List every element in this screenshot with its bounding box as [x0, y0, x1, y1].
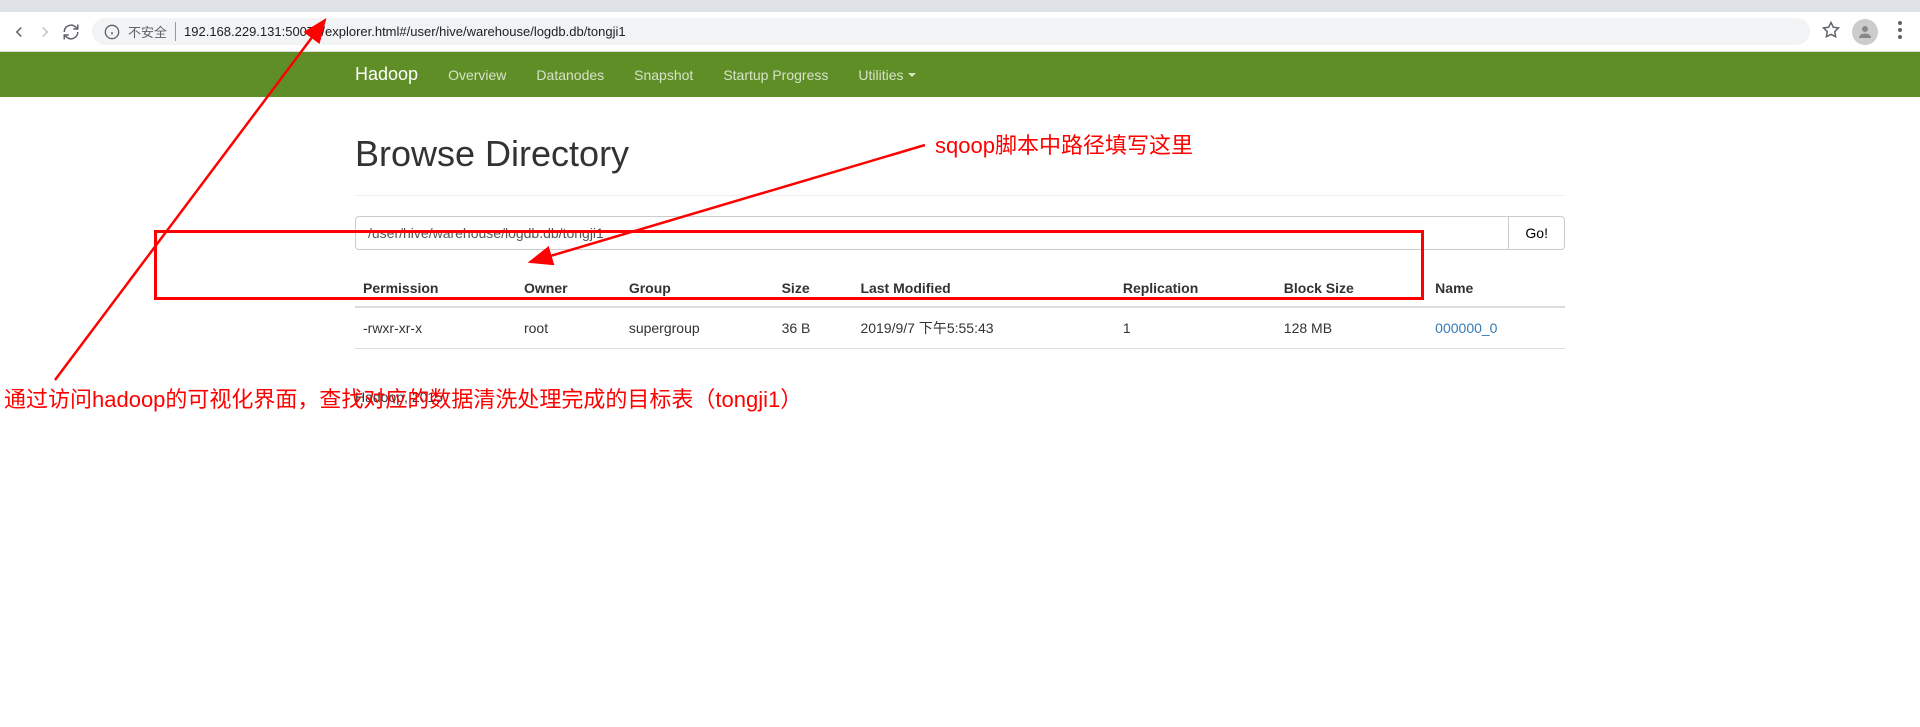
th-size: Size: [774, 270, 853, 307]
back-button[interactable]: [10, 23, 28, 41]
th-name: Name: [1427, 270, 1565, 307]
profile-avatar[interactable]: [1852, 19, 1878, 45]
browser-toolbar: 不安全 192.168.229.131:50070/explorer.html#…: [0, 12, 1920, 51]
cell-size: 36 B: [774, 307, 853, 349]
nav-overview[interactable]: Overview: [448, 67, 506, 83]
path-input[interactable]: [355, 216, 1509, 250]
browser-chrome: 不安全 192.168.229.131:50070/explorer.html#…: [0, 0, 1920, 52]
address-bar[interactable]: 不安全 192.168.229.131:50070/explorer.html#…: [92, 18, 1810, 45]
forward-button[interactable]: [36, 23, 54, 41]
bookmark-icon[interactable]: [1822, 21, 1840, 42]
th-group: Group: [621, 270, 774, 307]
cell-name: 000000_0: [1427, 307, 1565, 349]
th-block-size: Block Size: [1276, 270, 1427, 307]
info-icon[interactable]: [104, 24, 120, 40]
reload-button[interactable]: [62, 23, 80, 41]
url-text: 192.168.229.131:50070/explorer.html#/use…: [184, 24, 626, 39]
cell-replication: 1: [1115, 307, 1276, 349]
cell-group: supergroup: [621, 307, 774, 349]
cell-last-modified: 2019/9/7 下午5:55:43: [852, 307, 1114, 349]
th-permission: Permission: [355, 270, 516, 307]
nav-utilities-label: Utilities: [858, 67, 903, 83]
go-button[interactable]: Go!: [1509, 216, 1565, 250]
nav-utilities[interactable]: Utilities: [858, 67, 915, 83]
th-replication: Replication: [1115, 270, 1276, 307]
cell-block-size: 128 MB: [1276, 307, 1427, 349]
tabs-bar: [0, 0, 1920, 12]
table-row: -rwxr-xr-x root supergroup 36 B 2019/9/7…: [355, 307, 1565, 349]
brand-logo[interactable]: Hadoop: [355, 64, 418, 85]
directory-table: Permission Owner Group Size Last Modifie…: [355, 270, 1565, 349]
th-last-modified: Last Modified: [852, 270, 1114, 307]
hadoop-navbar: Hadoop Overview Datanodes Snapshot Start…: [0, 52, 1920, 97]
browser-menu-icon[interactable]: [1890, 21, 1910, 42]
page-title: Browse Directory: [355, 133, 1565, 175]
table-header-row: Permission Owner Group Size Last Modifie…: [355, 270, 1565, 307]
nav-datanodes[interactable]: Datanodes: [536, 67, 604, 83]
nav-snapshot[interactable]: Snapshot: [634, 67, 693, 83]
cell-permission: -rwxr-xr-x: [355, 307, 516, 349]
caret-down-icon: [908, 73, 916, 77]
file-link[interactable]: 000000_0: [1435, 320, 1497, 336]
security-text: 不安全: [128, 22, 176, 41]
cell-owner: root: [516, 307, 621, 349]
nav-startup-progress[interactable]: Startup Progress: [723, 67, 828, 83]
footer-text: Hadoop, 2015.: [355, 369, 1565, 425]
path-input-group: Go!: [355, 216, 1565, 250]
page-header: Browse Directory: [355, 97, 1565, 196]
th-owner: Owner: [516, 270, 621, 307]
